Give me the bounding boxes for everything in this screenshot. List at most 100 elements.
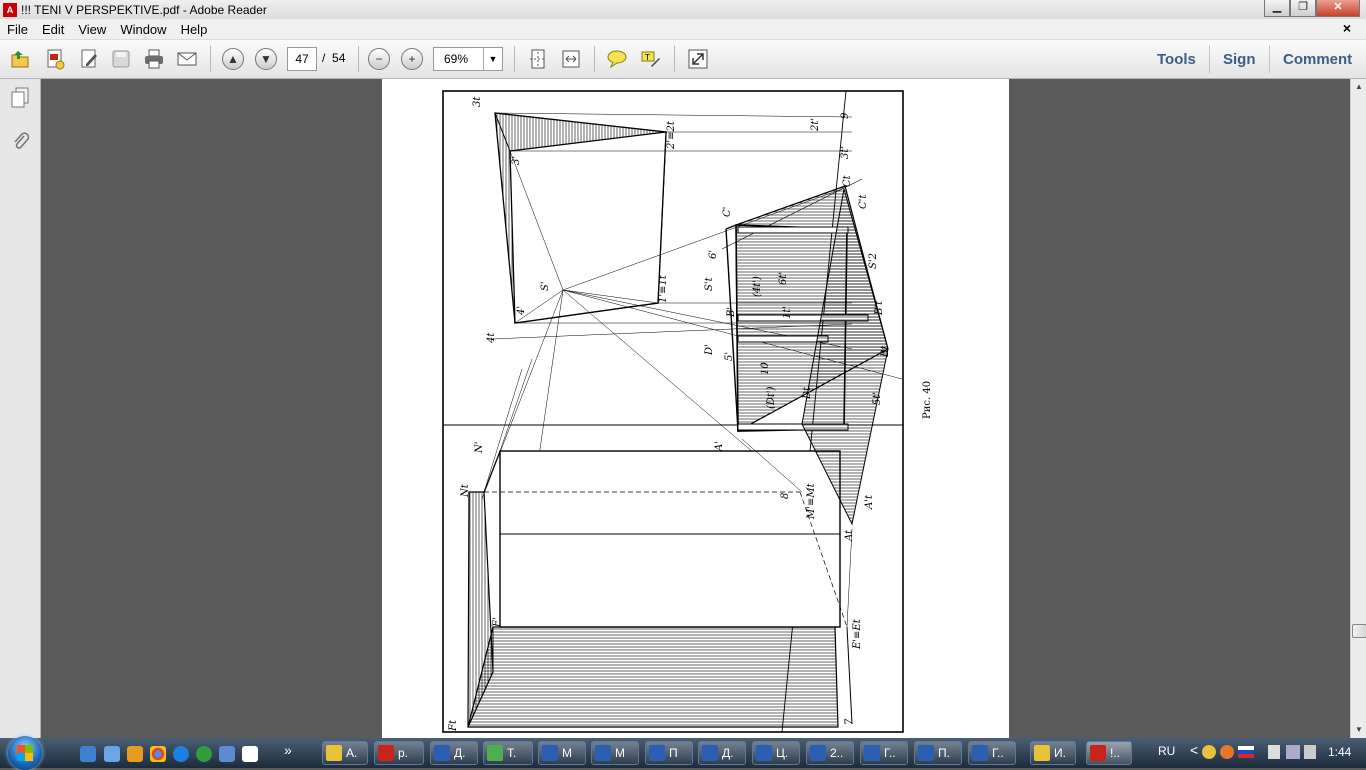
taskbar-button[interactable]: 2.. [806,741,854,765]
app-icon [972,745,988,761]
taskbar-button[interactable]: Ц. [752,741,800,765]
create-pdf-icon[interactable] [42,46,68,72]
drawing-label: 6' [708,250,719,259]
taskbar-button[interactable]: Т. [483,741,533,765]
minimize-button[interactable]: ▁ [1264,0,1290,17]
taskbar-button-label: !.. [1110,746,1121,760]
menu-file[interactable]: File [0,22,35,37]
tools-pane-link[interactable]: Tools [1157,51,1196,68]
chevron-down-icon[interactable]: ▼ [483,48,502,70]
internet-explorer-icon[interactable] [173,746,189,762]
taskbar-button[interactable]: П. [914,741,962,765]
drawing-label: Nt [460,483,471,498]
page-number-input[interactable]: 47 [287,47,317,71]
page-down-icon[interactable]: ▼ [253,46,279,72]
notepad-icon[interactable] [242,746,258,762]
window-title: !!! TENI V PERSPEKTIVE.pdf - Adobe Reade… [21,2,267,17]
tray-chevron-icon[interactable]: < [1190,742,1198,758]
comment-pane-link[interactable]: Comment [1283,51,1352,68]
taskbar-button[interactable]: М [538,741,586,765]
media-player-icon[interactable] [127,746,143,762]
tray-app-icon[interactable] [1202,745,1216,759]
quicklaunch-icon[interactable] [219,746,235,762]
read-mode-icon[interactable] [685,46,711,72]
app-icon [542,745,558,761]
network-icon[interactable] [1286,745,1300,759]
zoom-select[interactable]: 69% ▼ [433,47,503,71]
taskbar-button[interactable]: М [591,741,639,765]
system-tray: RU < 1:44 [1150,738,1366,768]
page-up-icon[interactable]: ▲ [220,46,246,72]
explorer-quicklaunch-icon[interactable] [104,746,120,762]
fit-width-icon[interactable] [558,46,584,72]
clock[interactable]: 1:44 [1328,745,1351,759]
app-icon [702,745,718,761]
zoom-out-icon[interactable]: − [366,46,392,72]
scroll-up-arrow-icon[interactable]: ▲ [1351,79,1366,95]
title-bar: A !!! TENI V PERSPEKTIVE.pdf - Adobe Rea… [0,0,1366,19]
drawing-label: Ft [448,719,459,732]
tray-app-icon[interactable] [1220,745,1234,759]
toolbar: ▲ ▼ 47 / 54 − + 69% ▼ T Tools Sign Comme… [0,40,1366,79]
taskbar-button-label: Г.. [992,746,1004,760]
chrome-icon[interactable] [150,746,166,762]
utorrent-icon[interactable] [196,746,212,762]
document-close-button[interactable]: × [1336,20,1358,36]
drawing-label: B't [874,300,885,316]
drawing-label: 5' [724,352,735,361]
volume-icon[interactable] [1304,745,1316,759]
show-desktop-icon[interactable] [80,746,96,762]
taskbar-button[interactable]: р. [374,741,424,765]
toolbar-separator [1269,45,1270,73]
fit-page-icon[interactable] [525,46,551,72]
drawing-label: (Dt') [766,386,777,409]
taskbar-button[interactable]: А. [322,741,368,765]
battery-icon[interactable] [1268,745,1280,759]
comment-icon[interactable] [604,46,630,72]
vertical-scrollbar[interactable]: ▲ ▼ [1350,79,1366,738]
taskbar-button[interactable]: Д. [698,741,746,765]
menu-edit[interactable]: Edit [35,22,71,37]
drawing-label: 4t [486,332,497,344]
page-thumbnails-icon[interactable] [9,86,31,110]
edit-icon[interactable] [76,46,102,72]
email-icon[interactable] [174,46,200,72]
save-icon[interactable] [108,46,134,72]
print-icon[interactable] [141,46,167,72]
drawing-label: B' [726,307,737,318]
drawing-label: 6t' [778,272,789,285]
attachments-icon[interactable] [9,129,31,153]
scroll-down-arrow-icon[interactable]: ▼ [1351,722,1366,738]
open-file-icon[interactable] [7,46,33,72]
taskbar-button[interactable]: П [645,741,693,765]
toolbar-separator [594,46,595,72]
language-indicator[interactable]: RU [1158,744,1175,758]
scrollbar-thumb[interactable] [1352,624,1366,638]
start-button[interactable] [8,736,42,770]
drawing-label: C't [858,194,869,209]
drawing-label: M'≡Mt [806,482,817,520]
menu-view[interactable]: View [71,22,113,37]
drawing-label: Dt [802,386,813,400]
taskbar-button-label: М [562,746,572,760]
restore-button[interactable]: ❐ [1290,0,1316,17]
drawing-label: 3t' [840,146,851,159]
menu-window[interactable]: Window [113,22,173,37]
app-icon [1034,745,1050,761]
menu-help[interactable]: Help [174,22,215,37]
taskbar-button[interactable]: И. [1030,741,1076,765]
close-button[interactable]: ✕ [1316,0,1360,17]
taskbar-button[interactable]: Г.. [860,741,908,765]
taskbar-button-label: И. [1054,746,1066,760]
svg-text:T: T [644,53,650,62]
drawing-label: A' [714,441,725,452]
zoom-in-icon[interactable]: + [399,46,425,72]
taskbar-button[interactable]: Д. [430,741,478,765]
russian-flag-icon[interactable] [1238,746,1254,758]
taskbar-button[interactable]: Г.. [968,741,1016,765]
figure-caption: Рис. 40 [922,381,933,419]
taskbar-button[interactable]: !.. [1086,741,1132,765]
sign-pane-link[interactable]: Sign [1223,51,1256,68]
quicklaunch-overflow-icon[interactable]: » [284,742,292,758]
highlight-icon[interactable]: T [637,46,663,72]
